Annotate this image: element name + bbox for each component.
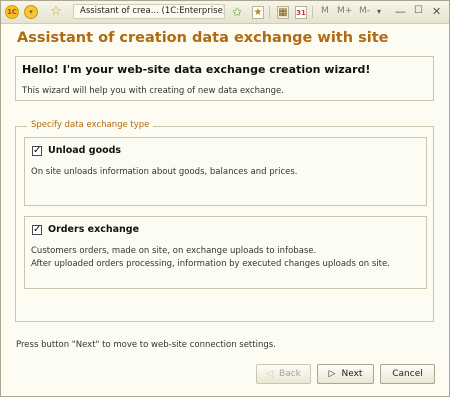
- memory-button[interactable]: M: [321, 6, 329, 16]
- title-bar: 1С ▾ ☆ Assistant of crea... (1C:Enterpri…: [1, 1, 449, 24]
- description-line: On site unloads information about goods,…: [31, 167, 298, 177]
- memory-minus-button[interactable]: M-: [359, 6, 370, 16]
- page-title: Assistant of creation data exchange with…: [17, 30, 389, 46]
- add-to-favorites-icon[interactable]: ✩: [230, 5, 244, 19]
- unload-goods-description: On site unloads information about goods,…: [31, 166, 298, 179]
- calculator-icon[interactable]: ▦: [277, 6, 289, 19]
- description-line: After uploaded orders processing, inform…: [31, 259, 390, 269]
- maximize-icon[interactable]: ☐: [414, 5, 423, 16]
- bookmark-icon[interactable]: ★: [252, 6, 264, 19]
- welcome-panel: Hello! I'm your web-site data exchange c…: [15, 56, 434, 101]
- description-line: Customers orders, made on site, on excha…: [31, 246, 317, 256]
- orders-exchange-label[interactable]: Orders exchange: [48, 224, 139, 235]
- welcome-text: This wizard will help you with creating …: [22, 86, 284, 96]
- dropdown-arrow-icon[interactable]: ▾: [377, 7, 381, 16]
- memory-plus-button[interactable]: M+: [337, 6, 352, 16]
- toolbar-separator: [269, 6, 270, 18]
- cancel-button-label: Cancel: [392, 369, 423, 379]
- back-button-label: Back: [279, 369, 301, 379]
- welcome-heading: Hello! I'm your web-site data exchange c…: [22, 63, 371, 76]
- back-arrow-icon: ◁: [266, 369, 274, 379]
- minimize-icon[interactable]: —: [395, 5, 406, 18]
- unload-goods-label[interactable]: Unload goods: [48, 145, 121, 156]
- orders-exchange-description: Customers orders, made on site, on excha…: [31, 245, 390, 271]
- favorites-star-icon[interactable]: ☆: [49, 5, 63, 19]
- exchange-type-group-label: Specify data exchange type: [27, 120, 154, 130]
- next-button[interactable]: ▷ Next: [317, 364, 374, 384]
- back-button[interactable]: ◁ Back: [256, 364, 311, 384]
- 1c-logo-icon[interactable]: 1С: [5, 5, 19, 19]
- footer-hint: Press button "Next" to move to web-site …: [16, 340, 276, 350]
- calendar-icon[interactable]: 31: [295, 6, 307, 19]
- main-menu-icon[interactable]: ▾: [24, 5, 38, 19]
- orders-exchange-option: ✓ Orders exchange Customers orders, made…: [24, 216, 427, 289]
- cancel-button[interactable]: Cancel: [380, 364, 435, 384]
- next-arrow-icon: ▷: [328, 369, 336, 379]
- wizard-window: 1С ▾ ☆ Assistant of crea... (1C:Enterpri…: [0, 0, 450, 397]
- unload-goods-option: ✓ Unload goods On site unloads informati…: [24, 137, 427, 206]
- close-icon[interactable]: ✕: [432, 5, 441, 18]
- orders-exchange-checkbox[interactable]: ✓: [32, 225, 42, 235]
- toolbar-separator: [312, 6, 313, 18]
- unload-goods-checkbox[interactable]: ✓: [32, 146, 42, 156]
- window-title: Assistant of crea... (1C:Enterprise): [73, 4, 225, 19]
- next-button-label: Next: [341, 369, 363, 379]
